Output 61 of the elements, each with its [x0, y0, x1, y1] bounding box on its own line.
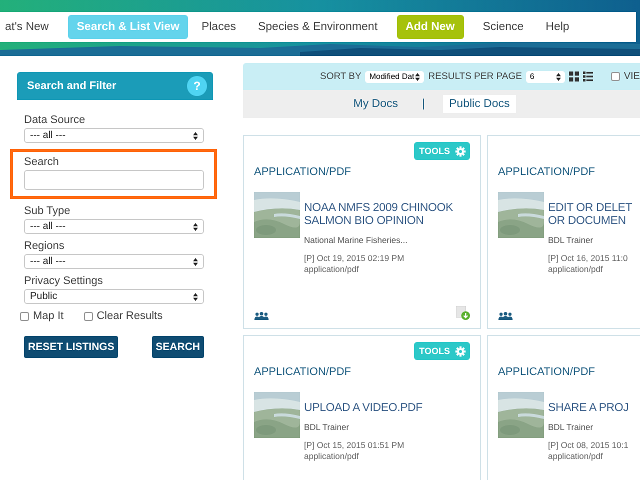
sort-label: SORT BY — [320, 71, 362, 82]
doc-date: [P] Oct 15, 2015 01:51 PM — [304, 440, 404, 450]
checkbox[interactable]: Map It — [20, 310, 64, 322]
field-label: Search — [24, 156, 60, 168]
separator: | — [422, 98, 425, 110]
nav-tab[interactable]: Species & Environment — [248, 15, 387, 39]
select-field[interactable]: --- all --- — [24, 219, 204, 234]
checkbox[interactable]: Clear Results — [84, 310, 163, 322]
people-icon — [254, 312, 269, 320]
nav-tab[interactable]: Places — [192, 15, 245, 39]
doc-type: APPLICATION/PDF — [254, 366, 352, 378]
gear-icon — [455, 146, 466, 156]
nav-tab[interactable]: Help — [536, 15, 578, 39]
doc-author: National Marine Fisheries... — [304, 235, 408, 245]
people-icon — [498, 312, 513, 320]
doc-mime: application/pdf — [304, 264, 359, 274]
select-field[interactable]: Public — [24, 289, 204, 304]
list-view-icon[interactable] — [582, 71, 593, 82]
view-checkbox[interactable]: VIE — [610, 71, 640, 82]
doc-date: [P] Oct 08, 2015 10:1 — [548, 440, 628, 450]
updown-icon — [415, 72, 420, 80]
doc-title[interactable]: UPLOAD A VIDEO.PDF — [304, 402, 422, 415]
field-label: Regions — [24, 240, 66, 252]
doc-title[interactable]: NOAA NMFS 2009 CHINOOK SALMON BIO OPINION — [304, 202, 453, 228]
updown-icon — [193, 292, 198, 300]
search-button[interactable]: SEARCH — [152, 336, 204, 358]
panel-title: Search and Filter — [27, 80, 116, 92]
field-label: Privacy Settings — [24, 275, 104, 287]
doc-title[interactable]: EDIT OR DELET OR DOCUMEN — [548, 202, 632, 228]
field-label: Sub Type — [24, 205, 72, 217]
doc-author: BDL Trainer — [304, 422, 350, 432]
nav-tab[interactable]: at's New — [0, 15, 58, 39]
search-field[interactable] — [24, 170, 204, 190]
doc-type: APPLICATION/PDF — [254, 166, 352, 178]
sort-select[interactable]: Modified Dat — [365, 70, 424, 82]
nav-tab[interactable]: Science — [474, 15, 533, 39]
doc-type: APPLICATION/PDF — [498, 166, 596, 178]
download-icon[interactable] — [456, 306, 470, 320]
per-page-select[interactable]: 6 — [526, 70, 565, 82]
doc-title[interactable]: SHARE A PROJ — [548, 402, 629, 415]
gear-icon — [455, 346, 466, 356]
doc-mime: application/pdf — [548, 451, 603, 461]
doc-author: BDL Trainer — [548, 422, 594, 432]
field-label: Data Source — [24, 114, 86, 126]
per-page-label: RESULTS PER PAGE — [428, 71, 522, 82]
docs-tab[interactable]: My Docs — [347, 95, 404, 113]
updown-icon — [556, 72, 561, 80]
select-field[interactable]: --- all --- — [24, 254, 204, 269]
doc-type: APPLICATION/PDF — [498, 366, 596, 378]
updown-icon — [193, 258, 198, 266]
grid-view-icon[interactable] — [568, 71, 579, 82]
select-field[interactable]: --- all --- — [24, 128, 204, 143]
doc-date: [P] Oct 16, 2015 11:0 — [548, 253, 628, 263]
doc-mime: application/pdf — [304, 451, 359, 461]
doc-date: [P] Oct 19, 2015 02:19 PM — [304, 253, 404, 263]
doc-author: BDL Trainer — [548, 235, 594, 245]
updown-icon — [193, 222, 198, 230]
docs-tab[interactable]: Public Docs — [443, 95, 516, 113]
reset-button[interactable]: RESET LISTINGS — [24, 336, 118, 358]
updown-icon — [193, 132, 198, 140]
doc-mime: application/pdf — [548, 264, 603, 274]
